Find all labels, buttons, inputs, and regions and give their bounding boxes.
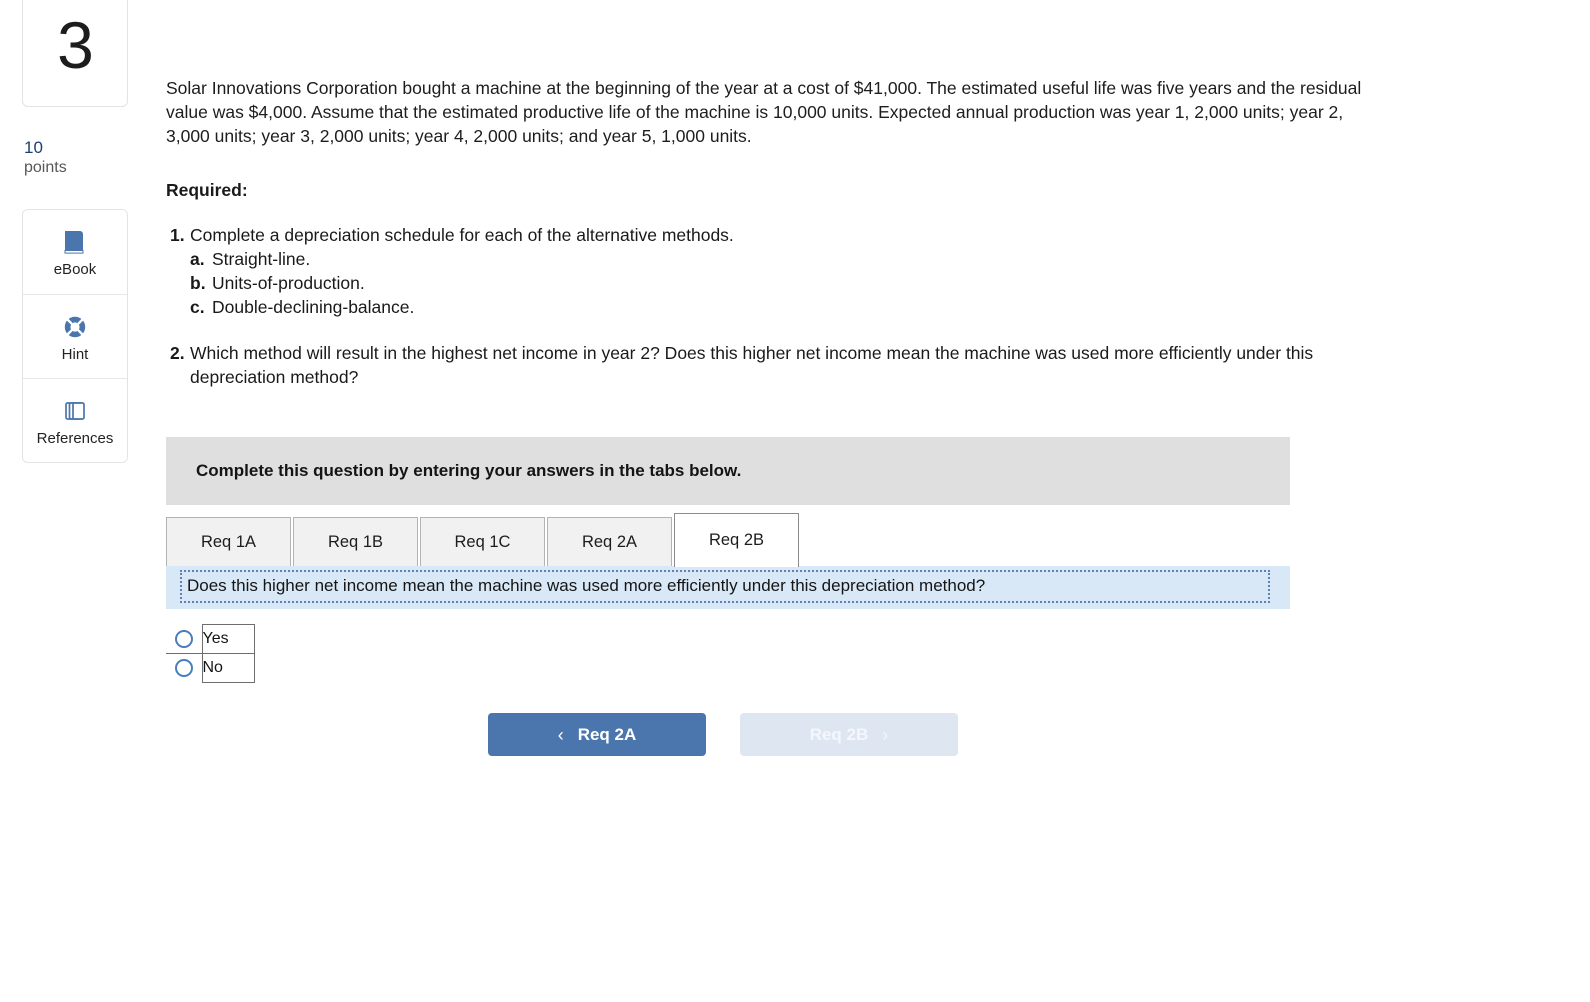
references-icon: [60, 396, 90, 426]
sidebar-item-references[interactable]: References: [23, 378, 127, 463]
requirement-subtext-1a: Straight-line.: [212, 249, 311, 269]
sidebar-item-hint[interactable]: Hint: [23, 294, 127, 379]
requirement-marker-1: 1.: [170, 225, 185, 245]
prev-requirement-label: Req 2A: [577, 724, 637, 744]
tool-group: eBook Hint References: [22, 209, 128, 464]
points-label: points: [24, 159, 67, 177]
requirement-item-1: 1. Complete a depreciation schedule for …: [166, 223, 1566, 319]
tab-req-1a[interactable]: Req 1A: [166, 517, 291, 567]
requirement-item-2: 2. Which method will result in the highe…: [166, 341, 1566, 389]
tab-req-2a[interactable]: Req 2A: [547, 517, 672, 567]
requirement-submarker-1a: a.: [190, 249, 205, 269]
requirement-body-1: Complete a depreciation schedule for eac…: [190, 223, 1365, 319]
radio-cell-no[interactable]: [166, 653, 203, 683]
option-label-no: No: [201, 653, 255, 683]
sidebar-item-label-references: References: [36, 429, 114, 447]
requirement-subitem-1b: b. Units-of-production.: [190, 271, 1365, 295]
next-requirement-button[interactable]: Req 2B ›: [740, 713, 958, 756]
requirement-subtext-1b: Units-of-production.: [212, 273, 365, 293]
lifebuoy-icon: [60, 312, 90, 342]
points-value: 10: [24, 138, 43, 157]
answer-prompt-text: Does this higher net income mean the mac…: [180, 570, 1270, 603]
tab-req-1b[interactable]: Req 1B: [293, 517, 418, 567]
sidebar-item-label-ebook: eBook: [53, 261, 97, 279]
question-stem: Solar Innovations Corporation bought a m…: [166, 78, 1362, 146]
requirement-subtext-1c: Double-declining-balance.: [212, 297, 415, 317]
requirement-submarker-1c: c.: [190, 297, 205, 317]
requirement-text-2: Which method will result in the highest …: [190, 343, 1314, 387]
requirement-tabs: Req 1A Req 1B Req 1C Req 2A Req 2B: [166, 513, 1566, 567]
table-row: No: [166, 653, 255, 683]
radio-no[interactable]: [174, 659, 193, 678]
radio-cell-yes[interactable]: [166, 624, 203, 654]
requirement-sublist-1: a. Straight-line. b. Units-of-production…: [190, 247, 1365, 319]
sidebar-item-label-hint: Hint: [61, 345, 89, 363]
tab-req-1c[interactable]: Req 1C: [420, 517, 545, 567]
prev-requirement-button[interactable]: ‹ Req 2A: [488, 713, 706, 756]
ebook-icon: [60, 227, 90, 257]
answer-options-table: Yes No: [166, 624, 255, 683]
requirement-subitem-1a: a. Straight-line.: [190, 247, 1365, 271]
points-block: 10 points: [22, 137, 128, 179]
sidebar-item-ebook[interactable]: eBook: [23, 210, 127, 295]
radio-yes[interactable]: [174, 629, 193, 648]
next-requirement-label: Req 2B: [809, 724, 869, 744]
requirement-submarker-1b: b.: [190, 273, 206, 293]
question-number-box: 3: [22, 0, 128, 107]
requirement-text-1: Complete a depreciation schedule for eac…: [190, 225, 734, 245]
question-sidebar: 3 10 points eBook Hint References: [22, 0, 128, 464]
requirement-marker-2: 2.: [170, 343, 185, 363]
requirement-subitem-1c: c. Double-declining-balance.: [190, 295, 1365, 319]
table-row: Yes: [166, 624, 255, 654]
tab-navigation: ‹ Req 2A Req 2B ›: [488, 713, 1566, 756]
answer-prompt-bar: Does this higher net income mean the mac…: [166, 566, 1290, 609]
requirements-list: 1. Complete a depreciation schedule for …: [166, 223, 1566, 389]
question-number: 3: [57, 7, 94, 82]
instructions-banner: Complete this question by entering your …: [166, 437, 1290, 505]
tab-req-2b[interactable]: Req 2B: [674, 513, 799, 567]
chevron-left-icon: ‹: [557, 724, 564, 745]
required-heading: Required:: [166, 180, 248, 200]
question-main: Solar Innovations Corporation bought a m…: [166, 0, 1566, 756]
chevron-right-icon: ›: [882, 724, 889, 745]
option-label-yes: Yes: [201, 624, 255, 654]
instructions-banner-text: Complete this question by entering your …: [196, 461, 742, 480]
